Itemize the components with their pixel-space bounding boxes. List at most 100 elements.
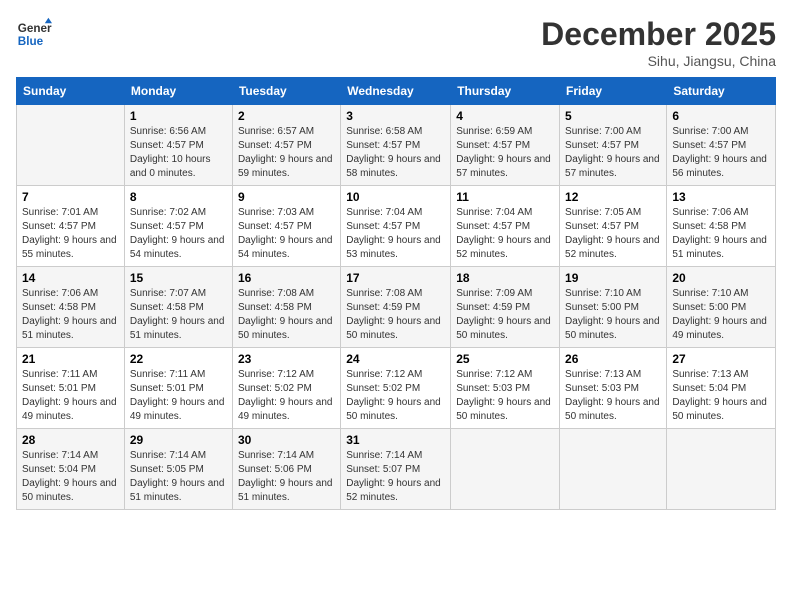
calendar-cell: 5Sunrise: 7:00 AMSunset: 4:57 PMDaylight… bbox=[560, 105, 667, 186]
calendar-cell: 13 Sunrise: 7:06 AMSunset: 4:58 PMDayligh… bbox=[667, 186, 776, 267]
day-number: 31 bbox=[346, 433, 445, 447]
sunset-text: Sunset: 4:57 PM bbox=[238, 140, 312, 151]
day-info: Sunrise: 7:10 AMSunset: 5:00 PMDaylight:… bbox=[672, 287, 770, 343]
calendar-week-row: 28Sunrise: 7:14 AMSunset: 5:04 PMDayligh… bbox=[17, 429, 776, 510]
sunrise-text: Sunrise: 6:58 AM bbox=[346, 126, 422, 137]
calendar-cell: 6Sunrise: 7:00 AMSunset: 4:57 PMDaylight… bbox=[667, 105, 776, 186]
day-info: Sunrise: 7:03 AMSunset: 4:57 PMDaylight:… bbox=[238, 206, 335, 262]
calendar-cell: 31Sunrise: 7:14 AMSunset: 5:07 PMDayligh… bbox=[341, 429, 451, 510]
sunrise-text: Sunrise: 7:13 AM bbox=[672, 369, 748, 380]
sunset-text: Sunset: 4:57 PM bbox=[456, 221, 530, 232]
calendar-cell: 15Sunrise: 7:07 AMSunset: 4:58 PMDayligh… bbox=[124, 267, 232, 348]
weekday-header: Wednesday bbox=[341, 78, 451, 105]
sunset-text: Sunset: 5:01 PM bbox=[130, 383, 204, 394]
daylight-text: Daylight: 9 hours and 55 minutes. bbox=[22, 235, 117, 260]
calendar-cell: 11Sunrise: 7:04 AMSunset: 4:57 PMDayligh… bbox=[451, 186, 560, 267]
day-number: 12 bbox=[565, 190, 661, 204]
day-info: Sunrise: 7:01 AMSunset: 4:57 PMDaylight:… bbox=[22, 206, 119, 262]
day-number: 16 bbox=[238, 271, 335, 285]
daylight-text: Daylight: 9 hours and 51 minutes. bbox=[130, 478, 225, 503]
day-info: Sunrise: 7:13 AM Sunset: 5:04 PM Daylight:… bbox=[672, 368, 770, 424]
day-number: 15 bbox=[130, 271, 227, 285]
day-number: 26 bbox=[565, 352, 661, 366]
weekday-header: Friday bbox=[560, 78, 667, 105]
calendar-cell bbox=[667, 429, 776, 510]
sunset-text: Sunset: 4:58 PM bbox=[672, 221, 746, 232]
sunset-text: Sunset: 4:57 PM bbox=[565, 221, 639, 232]
weekday-header: Saturday bbox=[667, 78, 776, 105]
day-number: 5 bbox=[565, 109, 661, 123]
day-info: Sunrise: 7:11 AMSunset: 5:01 PMDaylight:… bbox=[22, 368, 119, 424]
day-info: Sunrise: 7:12 AMSunset: 5:02 PMDaylight:… bbox=[238, 368, 335, 424]
day-number: 22 bbox=[130, 352, 227, 366]
sunset-text: Sunset: 5:04 PM bbox=[672, 383, 746, 394]
day-number: 25 bbox=[456, 352, 554, 366]
day-number: 2 bbox=[238, 109, 335, 123]
day-info: Sunrise: 7:14 AMSunset: 5:05 PMDaylight:… bbox=[130, 449, 227, 505]
calendar-cell: 2Sunrise: 6:57 AMSunset: 4:57 PMDaylight… bbox=[232, 105, 340, 186]
day-number: 10 bbox=[346, 190, 445, 204]
day-info: Sunrise: 7:02 AMSunset: 4:57 PMDaylight:… bbox=[130, 206, 227, 262]
sunrise-text: Sunrise: 7:00 AM bbox=[672, 126, 748, 137]
daylight-text: Daylight: 9 hours and 50 minutes. bbox=[672, 397, 767, 422]
calendar-header-row: SundayMondayTuesdayWednesdayThursdayFrid… bbox=[17, 78, 776, 105]
sunrise-text: Sunrise: 7:06 AM bbox=[22, 288, 98, 299]
sunrise-text: Sunrise: 7:08 AM bbox=[346, 288, 422, 299]
day-number: 13 bbox=[672, 190, 770, 204]
sunset-text: Sunset: 4:57 PM bbox=[672, 140, 746, 151]
sunset-text: Sunset: 5:02 PM bbox=[346, 383, 420, 394]
daylight-text: Daylight: 9 hours and 50 minutes. bbox=[565, 316, 660, 341]
sunset-text: Sunset: 5:03 PM bbox=[456, 383, 530, 394]
daylight-text: Daylight: 9 hours and 59 minutes. bbox=[238, 154, 333, 179]
sunset-text: Sunset: 5:00 PM bbox=[565, 302, 639, 313]
day-info: Sunrise: 7:13 AMSunset: 5:03 PMDaylight:… bbox=[565, 368, 661, 424]
sunset-text: Sunset: 4:57 PM bbox=[565, 140, 639, 151]
sunset-text: Sunset: 5:05 PM bbox=[130, 464, 204, 475]
sunset-text: Sunset: 5:04 PM bbox=[22, 464, 96, 475]
weekday-header: Thursday bbox=[451, 78, 560, 105]
day-info: Sunrise: 7:11 AMSunset: 5:01 PMDaylight:… bbox=[130, 368, 227, 424]
calendar-cell: 26 Sunrise: 7:13 AMSunset: 5:03 PMDayligh… bbox=[560, 348, 667, 429]
sunrise-text: Sunrise: 7:04 AM bbox=[456, 207, 532, 218]
day-number: 19 bbox=[565, 271, 661, 285]
day-info: Sunrise: 7:06 AMSunset: 4:58 PMDaylight:… bbox=[672, 206, 770, 262]
day-number: 28 bbox=[22, 433, 119, 447]
calendar-cell: 25Sunrise: 7:12 AMSunset: 5:03 PMDayligh… bbox=[451, 348, 560, 429]
day-info: Sunrise: 6:56 AMSunset: 4:57 PMDaylight:… bbox=[130, 125, 227, 181]
title-block: December 2025 Sihu, Jiangsu, China bbox=[541, 16, 776, 69]
weekday-header: Tuesday bbox=[232, 78, 340, 105]
calendar-cell: 29Sunrise: 7:14 AMSunset: 5:05 PMDayligh… bbox=[124, 429, 232, 510]
sunset-text: Sunset: 4:57 PM bbox=[130, 221, 204, 232]
day-number: 23 bbox=[238, 352, 335, 366]
daylight-text: Daylight: 9 hours and 54 minutes. bbox=[130, 235, 225, 260]
weekday-header: Sunday bbox=[17, 78, 125, 105]
calendar-cell bbox=[17, 105, 125, 186]
calendar-cell: 20Sunrise: 7:10 AMSunset: 5:00 PMDayligh… bbox=[667, 267, 776, 348]
day-info: Sunrise: 7:00 AMSunset: 4:57 PMDaylight:… bbox=[672, 125, 770, 181]
sunset-text: Sunset: 4:57 PM bbox=[238, 221, 312, 232]
day-number: 18 bbox=[456, 271, 554, 285]
daylight-text: Daylight: 9 hours and 51 minutes. bbox=[238, 478, 333, 503]
calendar-cell: 10Sunrise: 7:04 AMSunset: 4:57 PMDayligh… bbox=[341, 186, 451, 267]
daylight-text: Daylight: 10 hours and 0 minutes. bbox=[130, 154, 211, 179]
calendar-cell bbox=[560, 429, 667, 510]
daylight-text: Daylight: 9 hours and 53 minutes. bbox=[346, 235, 441, 260]
daylight-text: Daylight: 9 hours and 52 minutes. bbox=[346, 478, 441, 503]
sunset-text: Sunset: 4:57 PM bbox=[346, 140, 420, 151]
daylight-text: Daylight: 9 hours and 50 minutes. bbox=[456, 397, 551, 422]
calendar-week-row: 1Sunrise: 6:56 AMSunset: 4:57 PMDaylight… bbox=[17, 105, 776, 186]
calendar-cell: 16Sunrise: 7:08 AMSunset: 4:58 PMDayligh… bbox=[232, 267, 340, 348]
calendar-cell: 3Sunrise: 6:58 AMSunset: 4:57 PMDaylight… bbox=[341, 105, 451, 186]
sunrise-text: Sunrise: 7:12 AM bbox=[238, 369, 314, 380]
calendar-cell: 23 Sunrise: 7:12 AMSunset: 5:02 PMDayligh… bbox=[232, 348, 340, 429]
logo: General Blue bbox=[16, 16, 56, 52]
day-info: Sunrise: 7:10 AMSunset: 5:00 PMDaylight:… bbox=[565, 287, 661, 343]
day-info: Sunrise: 7:14 AMSunset: 5:06 PMDaylight:… bbox=[238, 449, 335, 505]
sunset-text: Sunset: 5:06 PM bbox=[238, 464, 312, 475]
sunrise-text: Sunrise: 7:11 AM bbox=[22, 369, 97, 380]
weekday-header: Monday bbox=[124, 78, 232, 105]
day-info: Sunrise: 7:06 AMSunset: 4:58 PMDaylight:… bbox=[22, 287, 119, 343]
day-number: 7 bbox=[22, 190, 119, 204]
day-number: 6 bbox=[672, 109, 770, 123]
sunset-text: Sunset: 4:57 PM bbox=[22, 221, 96, 232]
